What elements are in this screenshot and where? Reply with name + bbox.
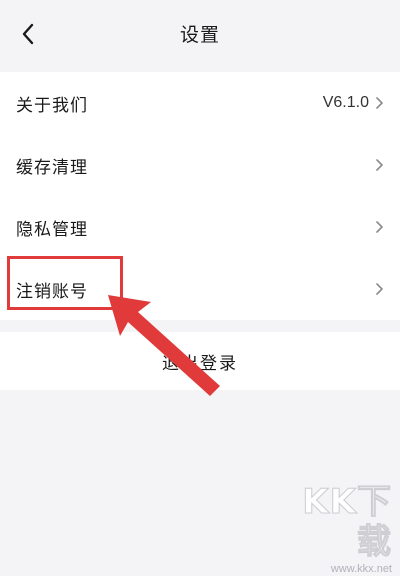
logout-button[interactable]: 退出登录	[0, 332, 400, 390]
chevron-right-icon	[376, 221, 383, 233]
chevron-right-icon	[376, 159, 383, 171]
watermark-url: www.kkx.net	[330, 563, 392, 575]
chevron-right-icon	[376, 97, 383, 109]
menu-item-delete-account[interactable]: 注销账号	[0, 258, 400, 320]
menu-item-label: 关于我们	[16, 95, 88, 116]
chevron-right-icon	[376, 283, 383, 295]
menu-item-label: 隐私管理	[16, 219, 88, 240]
menu-item-privacy-management[interactable]: 隐私管理	[0, 196, 400, 258]
logout-label: 退出登录	[162, 353, 238, 374]
page-title: 设置	[179, 24, 220, 46]
settings-menu: 关于我们 V6.1.0 缓存清理 隐私管理 注销账号	[0, 72, 400, 320]
watermark-brand: KK下载	[302, 482, 392, 563]
header: 设置	[0, 0, 400, 70]
menu-item-label: 缓存清理	[16, 157, 88, 178]
watermark: KK下载 www.kkx.net	[272, 482, 392, 576]
menu-item-label: 注销账号	[16, 281, 88, 302]
menu-item-about-us[interactable]: 关于我们 V6.1.0	[0, 72, 400, 134]
version-value: V6.1.0	[322, 94, 369, 111]
menu-item-clear-cache[interactable]: 缓存清理	[0, 134, 400, 196]
